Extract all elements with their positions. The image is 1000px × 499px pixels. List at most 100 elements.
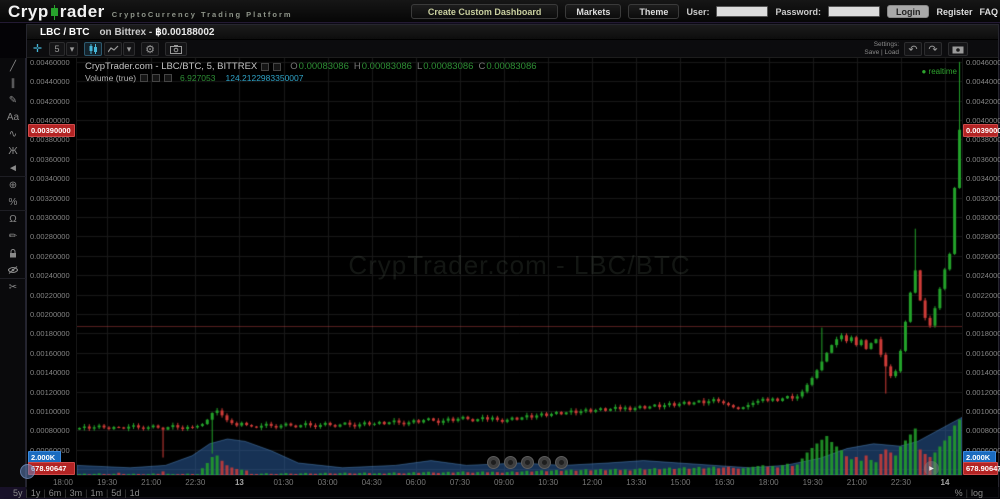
zoom-tool-icon[interactable]: ⊕: [0, 177, 26, 194]
time-axis[interactable]: 18:0019:3021:0022:301301:3003:0004:3006:…: [77, 475, 962, 487]
screenshot-button[interactable]: [948, 42, 968, 56]
right-price-axis[interactable]: 0.004600000.004400000.004200000.00400000…: [962, 58, 999, 475]
brush-icon[interactable]: ✎: [0, 92, 26, 109]
share-button[interactable]: [538, 456, 551, 469]
range-link-1m[interactable]: 1m: [90, 488, 103, 498]
login-button[interactable]: Login: [887, 5, 930, 18]
range-link-3m[interactable]: 3m: [70, 488, 83, 498]
line-chart-icon: [108, 45, 119, 54]
snapshot-camera-icon[interactable]: [165, 42, 187, 56]
share-button[interactable]: [504, 456, 517, 469]
price-tick-label: 0.00420000: [30, 97, 70, 106]
separator: |: [124, 488, 126, 498]
chart-bubble-icon[interactable]: [20, 464, 35, 479]
crosshair-tool-icon[interactable]: ✛: [29, 41, 46, 56]
range-link-5d[interactable]: 5d: [111, 488, 121, 498]
faq-link[interactable]: FAQ: [979, 7, 998, 17]
current-price-badge-left: 0.00390000: [28, 124, 75, 137]
price-tick-label: 0.00280000: [30, 232, 70, 241]
separator: |: [43, 488, 45, 498]
undo-button[interactable]: ↶: [904, 42, 922, 56]
magnet-icon[interactable]: Ω: [0, 211, 26, 228]
price-tick-label: 0.00440000: [966, 77, 1000, 86]
price-tick-label: 0.00200000: [30, 310, 70, 319]
price-tick-label: 0.00180000: [966, 329, 1000, 338]
scale-link-%[interactable]: %: [955, 488, 963, 498]
chart-toolbar: ✛ 5 ▾ ▾ ⚙ Settings: Sav: [27, 40, 998, 58]
time-tick-label: 22:30: [881, 478, 921, 487]
share-buttons: [487, 456, 568, 469]
cryptrader-app: Cryp rader CryptoCurrency Trading Platfo…: [0, 0, 1000, 499]
time-tick-label: 13:30: [616, 478, 656, 487]
annotation-icon[interactable]: ✏: [0, 228, 26, 245]
zoom-range-links: 5y|1y|6m|3m|1m|5d|1d: [10, 488, 143, 498]
left-price-axis[interactable]: 0.004600000.004400000.004200000.00400000…: [27, 58, 77, 475]
time-tick-label: 21:00: [131, 478, 171, 487]
price-tick-label: 0.00320000: [30, 194, 70, 203]
interval-button[interactable]: 5: [49, 42, 65, 56]
time-tick-label: 16:30: [705, 478, 745, 487]
measure-icon[interactable]: %: [0, 194, 26, 211]
password-label: Password:: [775, 7, 821, 17]
range-link-1d[interactable]: 1d: [130, 488, 140, 498]
create-dashboard-button[interactable]: Create Custom Dashboard: [411, 4, 559, 19]
top-header: Cryp rader CryptoCurrency Trading Platfo…: [0, 0, 1000, 23]
time-tick-label: 10:30: [528, 478, 568, 487]
line-style-button[interactable]: [104, 42, 122, 56]
time-tick-label: 14: [925, 478, 965, 487]
separator: |: [966, 488, 968, 498]
share-button[interactable]: [555, 456, 568, 469]
time-tick-label: 04:30: [352, 478, 392, 487]
camera-icon: [170, 45, 182, 54]
scroll-to-realtime-button[interactable]: ▶: [924, 461, 939, 476]
indicators-gear-icon[interactable]: ⚙: [141, 42, 159, 56]
theme-button[interactable]: Theme: [628, 4, 679, 19]
gann-fib-icon[interactable]: Ж: [0, 143, 26, 160]
time-tick-label: 07:30: [440, 478, 480, 487]
interval-dropdown-icon[interactable]: ▾: [66, 42, 78, 56]
scale-link-log[interactable]: log: [971, 488, 983, 498]
price-tick-label: 0.00080000: [30, 426, 70, 435]
trend-line-icon[interactable]: ╱: [0, 58, 26, 75]
style-dropdown-icon[interactable]: ▾: [123, 42, 135, 56]
range-link-6m[interactable]: 6m: [49, 488, 62, 498]
range-link-5y[interactable]: 5y: [13, 488, 23, 498]
symbol-price: 0.00188002: [162, 27, 215, 38]
price-tick-label: 0.00240000: [966, 271, 1000, 280]
realtime-indicator: ● realtime: [77, 67, 957, 76]
arrow-marker-icon[interactable]: ◄: [0, 160, 26, 177]
time-tick-label: 19:30: [793, 478, 833, 487]
price-tick-label: 0.00340000: [30, 174, 70, 183]
share-button[interactable]: [521, 456, 534, 469]
price-tick-label: 0.00080000: [966, 426, 1000, 435]
scale-mode-links: %|log: [952, 488, 986, 498]
password-input[interactable]: [828, 6, 880, 17]
hide-drawings-icon[interactable]: [0, 262, 26, 279]
time-tick-label: 06:00: [396, 478, 436, 487]
xabcd-pattern-icon[interactable]: ∿: [0, 126, 26, 143]
price-tick-label: 0.00160000: [30, 349, 70, 358]
app-tagline: CryptoCurrency Trading Platform: [112, 10, 293, 19]
markets-button[interactable]: Markets: [565, 4, 621, 19]
range-link-1y[interactable]: 1y: [31, 488, 41, 498]
price-tick-label: 0.00140000: [966, 368, 1000, 377]
price-tick-label: 0.00220000: [966, 291, 1000, 300]
time-tick-label: 22:30: [175, 478, 215, 487]
price-tick-label: 0.00280000: [966, 232, 1000, 241]
time-tick-label: 12:00: [572, 478, 612, 487]
share-button[interactable]: [487, 456, 500, 469]
settings-save-load-links[interactable]: Save | Load: [864, 49, 899, 56]
text-tool-icon[interactable]: Aa: [0, 109, 26, 126]
settings-save-load: Settings: Save | Load: [864, 41, 899, 57]
register-link[interactable]: Register: [936, 7, 972, 17]
app-logo: Cryp rader CryptoCurrency Trading Platfo…: [8, 2, 293, 22]
remove-drawings-icon[interactable]: ✂: [0, 279, 26, 296]
lock-icon[interactable]: [0, 245, 26, 262]
user-input[interactable]: [716, 6, 768, 17]
parallel-channel-icon[interactable]: ∥: [0, 75, 26, 92]
candlestick-style-button[interactable]: [84, 42, 102, 56]
price-tick-label: 0.00420000: [966, 97, 1000, 106]
time-tick-label: 18:00: [43, 478, 83, 487]
redo-button[interactable]: ↷: [924, 42, 942, 56]
symbol-pair: LBC / BTC: [40, 27, 89, 38]
